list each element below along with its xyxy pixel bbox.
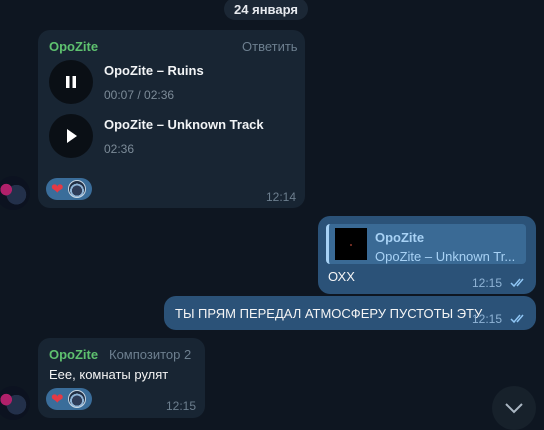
reactor-avatar bbox=[67, 390, 86, 408]
read-checkmarks-icon bbox=[510, 314, 524, 324]
play-button[interactable] bbox=[49, 114, 93, 158]
sender-name[interactable]: OpoZite bbox=[49, 347, 98, 362]
audio-track[interactable]: OpoZite – Unknown Track 02:36 bbox=[49, 114, 264, 158]
message-text: ОХХ bbox=[328, 269, 355, 284]
quote-subtitle: OpoZite – Unknown Tr... bbox=[375, 249, 516, 264]
quote-thumbnail bbox=[335, 228, 367, 260]
track-time: 00:07 / 02:36 bbox=[104, 87, 175, 102]
message-time: 12:15 bbox=[166, 399, 197, 413]
message-text: Еее, комнаты рулят bbox=[49, 367, 169, 382]
message-time: 12:15 bbox=[472, 312, 503, 326]
read-checkmarks-icon bbox=[510, 278, 524, 288]
audio-track[interactable]: OpoZite – Ruins 00:07 / 02:36 bbox=[49, 60, 204, 104]
reaction-heart[interactable]: ❤ bbox=[46, 388, 92, 410]
pause-button[interactable] bbox=[49, 60, 93, 104]
sender-name[interactable]: OpoZite bbox=[49, 39, 98, 54]
message-bubble-audio[interactable]: OpoZite Ответить OpoZite – Ruins 00:07 /… bbox=[38, 30, 305, 208]
track-time: 02:36 bbox=[104, 141, 135, 156]
reactor-avatar bbox=[67, 180, 86, 198]
track-title: OpoZite – Ruins bbox=[104, 62, 204, 78]
reaction-heart[interactable]: ❤ bbox=[46, 178, 92, 200]
reply-button[interactable]: Ответить bbox=[242, 39, 298, 54]
date-separator: 24 января bbox=[224, 0, 308, 20]
message-text: ТЫ ПРЯМ ПЕРЕДАЛ АТМОСФЕРУ ПУСТОТЫ ЭТУ bbox=[175, 306, 483, 321]
chevron-down-icon bbox=[505, 403, 523, 414]
avatar[interactable] bbox=[0, 386, 30, 420]
play-icon bbox=[67, 129, 77, 143]
message-bubble-outgoing[interactable]: ТЫ ПРЯМ ПЕРЕДАЛ АТМОСФЕРУ ПУСТОТЫ ЭТУ 12… bbox=[164, 296, 536, 330]
message-time: 12:15 bbox=[472, 276, 503, 290]
message-time: 12:14 bbox=[266, 190, 297, 204]
heart-icon: ❤ bbox=[51, 390, 64, 408]
message-bubble-text[interactable]: OpoZite Композитор 2 Еее, комнаты рулят … bbox=[38, 338, 205, 418]
quote-title: OpoZite bbox=[375, 230, 425, 245]
heart-icon: ❤ bbox=[51, 180, 64, 198]
message-bubble-outgoing[interactable]: OpoZite OpoZite – Unknown Tr... ОХХ 12:1… bbox=[318, 216, 536, 294]
scroll-down-button[interactable] bbox=[492, 386, 536, 430]
reply-quote[interactable]: OpoZite OpoZite – Unknown Tr... bbox=[326, 224, 526, 264]
avatar[interactable] bbox=[0, 176, 30, 210]
track-title: OpoZite – Unknown Track bbox=[104, 116, 264, 132]
pause-icon bbox=[66, 76, 76, 88]
sender-role: Композитор 2 bbox=[109, 347, 192, 362]
